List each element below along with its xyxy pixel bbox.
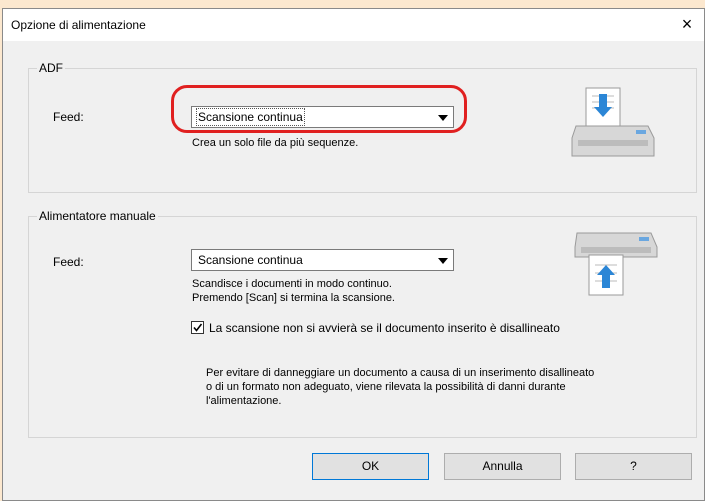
checkmark-icon (193, 323, 203, 332)
adf-scanner-icon (571, 87, 655, 157)
adf-feed-label: Feed: (53, 110, 84, 124)
manual-feed-value: Scansione continua (198, 253, 303, 267)
adf-description: Crea un solo file da più sequenze. (192, 137, 359, 149)
power-option-dialog: Opzione di alimentazione × ADF Feed: Sca… (2, 8, 705, 501)
manual-feed-select[interactable]: Scansione continua (191, 249, 454, 271)
adf-feed-value: Scansione continua (196, 108, 305, 126)
ok-button[interactable]: OK (312, 453, 429, 480)
manual-feeder-group-label: Alimentatore manuale (39, 209, 156, 223)
cancel-button[interactable]: Annulla (444, 453, 561, 480)
skew-check-label[interactable]: La scansione non si avvierà se il docume… (209, 321, 560, 335)
dialog-title: Opzione di alimentazione (11, 18, 146, 32)
chevron-down-icon (438, 115, 448, 121)
skew-check-checkbox[interactable] (191, 321, 204, 334)
close-icon: × (681, 14, 693, 34)
title-bar: Opzione di alimentazione × (3, 9, 704, 41)
manual-scanner-icon (574, 232, 658, 296)
adf-feed-select[interactable]: Scansione continua (191, 106, 454, 128)
manual-description-line1: Scandisce i documenti in modo continuo. (192, 278, 392, 290)
skew-note-line3: l'alimentazione. (206, 395, 282, 407)
close-button[interactable]: × (670, 9, 704, 41)
help-button[interactable]: ? (575, 453, 692, 480)
skew-note-line2: o di un formato non adeguato, viene rile… (206, 381, 566, 393)
chevron-down-icon (438, 258, 448, 264)
manual-description-line2: Premendo [Scan] si termina la scansione. (192, 292, 395, 304)
adf-group-label: ADF (39, 61, 63, 75)
skew-note-line1: Per evitare di danneggiare un documento … (206, 367, 595, 379)
manual-feed-label: Feed: (53, 255, 84, 269)
